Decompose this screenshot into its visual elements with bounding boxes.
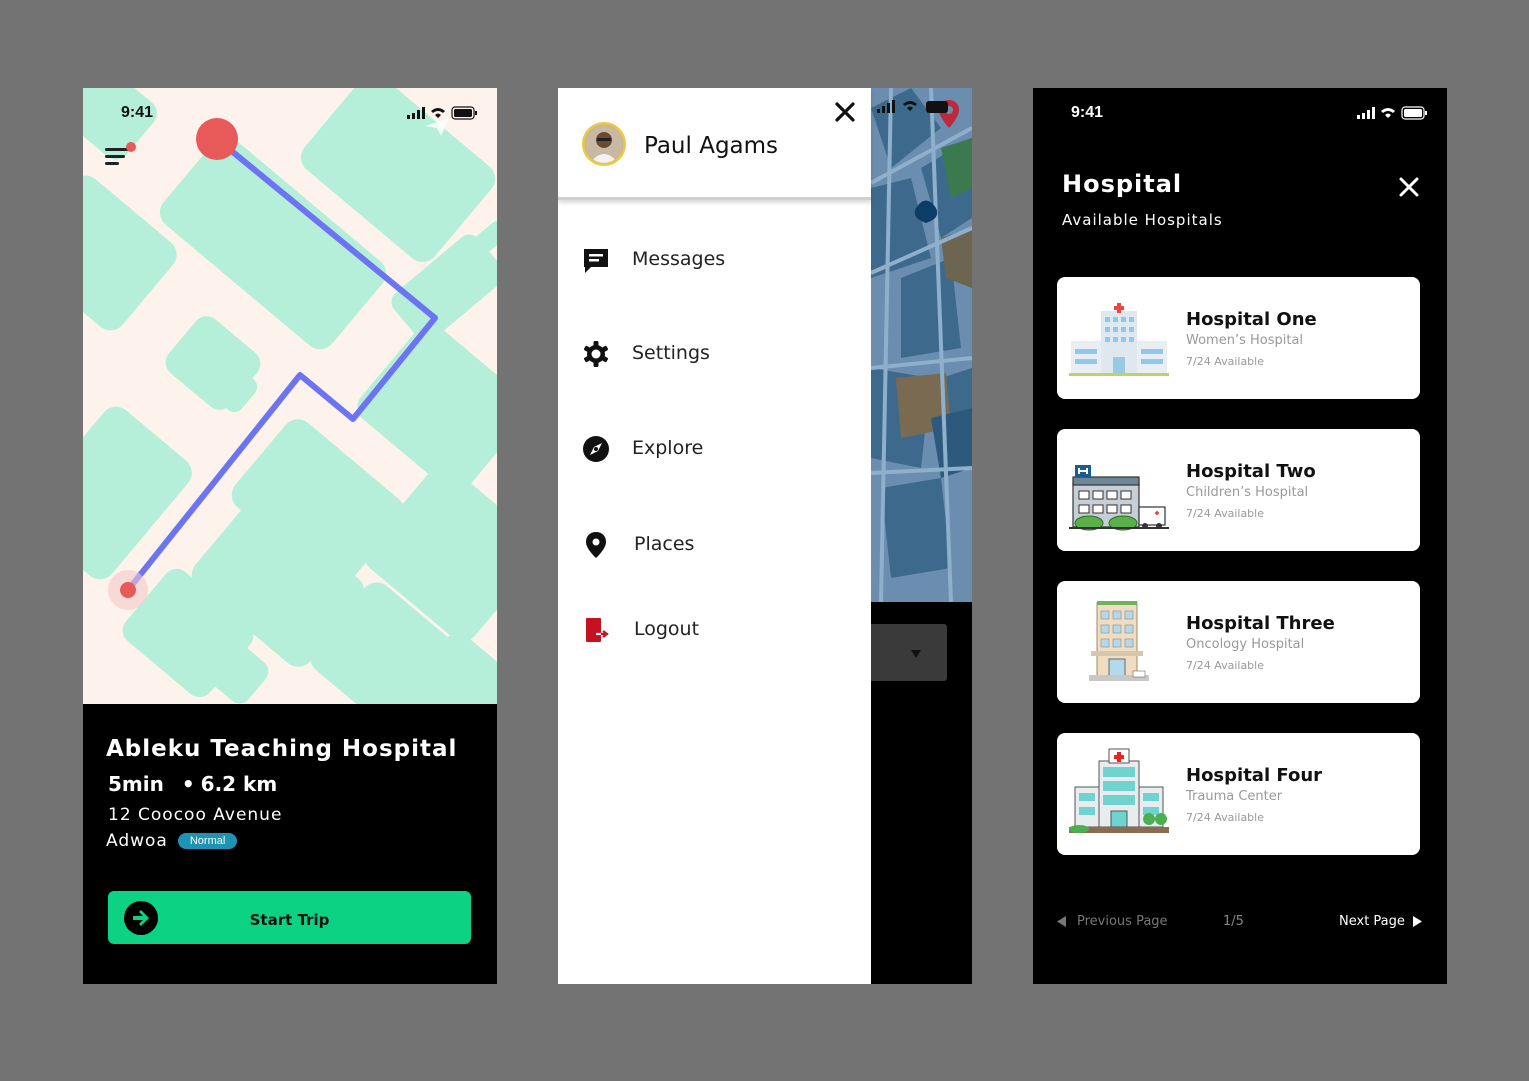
- next-page-link[interactable]: Next Page: [1339, 914, 1405, 929]
- hospital-name: Hospital One: [1186, 309, 1317, 330]
- destination-address: 12 Coocoo Avenue: [108, 805, 283, 825]
- menu-item-places[interactable]: Places: [582, 525, 842, 565]
- chevron-down-icon: [911, 650, 921, 658]
- user-name: Paul Agams: [644, 133, 779, 159]
- logout-icon: [586, 618, 609, 642]
- hospital-card[interactable]: Hospital Four Trauma Center 7/24 Availab…: [1057, 733, 1420, 855]
- background-panel: [871, 602, 972, 984]
- send-icon: [425, 118, 449, 136]
- hospital-card[interactable]: Hospital Three Oncology Hospital 7/24 Av…: [1057, 581, 1420, 703]
- hospital-building-icon: [1089, 601, 1149, 681]
- status-time: 9:41: [1071, 104, 1104, 121]
- start-trip-label: Start Trip: [249, 911, 330, 929]
- separator-dot: •: [181, 772, 195, 796]
- close-icon[interactable]: [1398, 176, 1420, 198]
- hospital-card[interactable]: Hospital Two Children’s Hospital 7/24 Av…: [1057, 429, 1420, 551]
- route-map[interactable]: [83, 88, 497, 704]
- menu-item-settings[interactable]: Settings: [582, 334, 842, 374]
- status-badge: Normal: [177, 833, 238, 849]
- side-drawer: Paul Agams Messages Settings Explore Pla…: [558, 88, 871, 984]
- menu-item-explore[interactable]: Explore: [582, 429, 842, 469]
- driver-row: Adwoa Normal: [106, 831, 238, 851]
- hospital-type: Women’s Hospital: [1186, 333, 1304, 348]
- hospital-card[interactable]: Hospital One Women’s Hospital 7/24 Avail…: [1057, 277, 1420, 399]
- status-bar: 9:41: [1033, 88, 1447, 134]
- driver-name: Adwoa: [106, 831, 168, 851]
- close-icon[interactable]: [833, 100, 857, 124]
- menu-label: Settings: [632, 342, 710, 364]
- hospital-type: Trauma Center: [1186, 789, 1283, 804]
- menu-label: Places: [634, 533, 695, 555]
- signal-wifi-battery-icon: [1357, 106, 1427, 120]
- menu-label: Logout: [634, 618, 700, 640]
- previous-page-link[interactable]: Previous Page: [1077, 914, 1168, 929]
- hospital-building-icon: [1069, 465, 1169, 531]
- trip-info-panel: Ableku Teaching Hospital 5min • 6.2 km 12 …: [83, 704, 497, 984]
- trip-duration: 5min: [108, 772, 164, 796]
- hospital-type: Children’s Hospital: [1186, 485, 1309, 500]
- hospital-name: Hospital Four: [1186, 765, 1323, 786]
- hospital-availability: 7/24 Available: [1186, 659, 1264, 672]
- dropdown[interactable]: [871, 624, 947, 681]
- menu-label: Messages: [632, 248, 726, 270]
- menu-label: Explore: [632, 437, 704, 459]
- chevron-right-icon[interactable]: [1413, 916, 1422, 927]
- drawer-header: Paul Agams: [558, 88, 871, 200]
- menu-icon[interactable]: [103, 140, 139, 170]
- trip-distance: 6.2 km: [200, 772, 278, 796]
- chevron-left-icon[interactable]: [1057, 916, 1066, 927]
- page-title: Hospital: [1062, 170, 1183, 198]
- trip-meta: 5min • 6.2 km: [108, 772, 277, 796]
- menu-item-logout[interactable]: Logout: [582, 610, 842, 650]
- map-route-screen: 9:41 Ableku Teaching Hospital 5min • 6.2 k…: [83, 88, 497, 984]
- page-subtitle: Available Hospitals: [1062, 211, 1223, 229]
- location-pin-icon: [586, 532, 606, 558]
- hospital-name: Hospital Two: [1186, 461, 1316, 482]
- hospital-availability: 7/24 Available: [1186, 355, 1264, 368]
- side-menu-screen: Paul Agams Messages Settings Explore Pla…: [558, 88, 972, 984]
- hospital-type: Oncology Hospital: [1186, 637, 1305, 652]
- hospital-availability: 7/24 Available: [1186, 811, 1264, 824]
- avatar[interactable]: [582, 122, 626, 166]
- gear-icon: [584, 341, 608, 367]
- hospital-availability: 7/24 Available: [1186, 507, 1264, 520]
- hospital-building-icon: [1069, 303, 1169, 376]
- hospital-name: Hospital Three: [1186, 613, 1335, 634]
- destination-name: Ableku Teaching Hospital: [106, 736, 458, 762]
- pagination: Previous Page 1/5 Next Page: [1033, 910, 1447, 934]
- menu-item-messages[interactable]: Messages: [582, 240, 842, 280]
- page-number: 1/5: [1223, 914, 1244, 929]
- status-time: 9:41: [121, 104, 154, 121]
- start-trip-button[interactable]: Start Trip: [108, 891, 471, 944]
- hospital-list-screen: 9:41 Hospital Available Hospitals Hospit…: [1033, 88, 1447, 984]
- background-map: [871, 88, 972, 602]
- message-icon: [584, 249, 608, 273]
- compass-icon: [583, 436, 609, 462]
- hospital-building-icon: [1069, 748, 1169, 833]
- user-photo: [585, 125, 623, 163]
- status-icons: [1357, 105, 1427, 124]
